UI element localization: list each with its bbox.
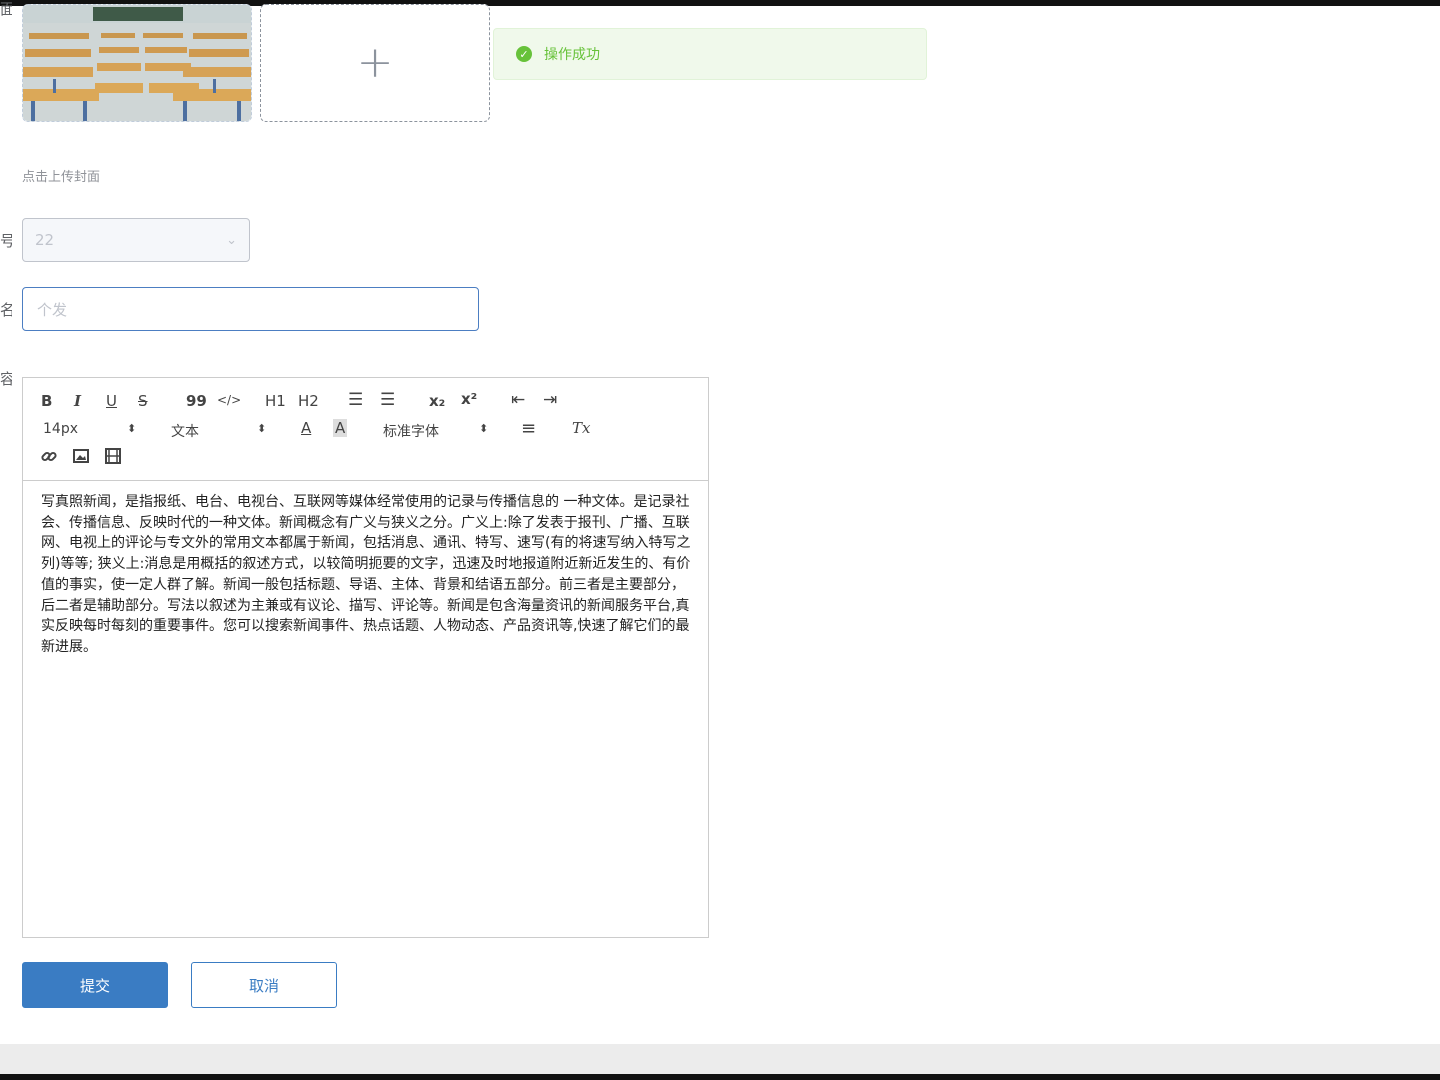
font-color-button[interactable]: A [301, 419, 311, 437]
header1-button[interactable]: H1 [265, 392, 286, 410]
submit-button[interactable]: 提交 [22, 962, 168, 1008]
updown-arrow-icon: ⬍ [479, 422, 489, 435]
image-icon[interactable] [72, 447, 90, 469]
indent-button[interactable]: ⇥ [543, 390, 557, 410]
number-select[interactable]: 22 ⌄ [22, 218, 250, 262]
font-family-picker[interactable]: 标准字体 [383, 421, 439, 441]
cover-label: 面 [0, 0, 12, 18]
underline-button[interactable]: U [106, 392, 117, 410]
chevron-down-icon: ⌄ [226, 232, 237, 248]
success-message-text: 操作成功 [544, 47, 600, 63]
outdent-button[interactable]: ⇤ [511, 390, 525, 410]
header-picker[interactable]: 文本 [171, 421, 199, 441]
align-button[interactable]: ≡ [521, 418, 536, 439]
cover-upload-button[interactable]: + [260, 4, 490, 122]
bottom-bar [0, 1074, 1440, 1080]
upload-hint: 点击上传封面 [22, 170, 101, 185]
content-label: 容 [0, 370, 12, 388]
bullet-list-button[interactable]: ☰ [380, 390, 395, 410]
video-icon[interactable] [104, 447, 122, 469]
footer-area [0, 1044, 1440, 1074]
blockquote-button[interactable]: 99 [186, 392, 207, 410]
rich-text-editor[interactable]: B I U S 99 </> H1 H2 ☰ ☰ x₂ x² ⇤ ⇥ 14px … [22, 377, 709, 938]
name-label: 名 [0, 301, 12, 319]
strike-button[interactable]: S [138, 392, 148, 410]
header2-button[interactable]: H2 [298, 392, 319, 410]
background-color-button[interactable]: A [333, 419, 348, 437]
cover-image-thumbnail[interactable] [22, 4, 252, 122]
number-label: 号 [0, 232, 12, 250]
classroom-photo [23, 5, 251, 121]
ordered-list-button[interactable]: ☰ [348, 390, 363, 410]
editor-content[interactable]: 写真照新闻，是指报纸、电台、电视台、互联网等媒体经常使用的记录与传播信息的 一种… [41, 492, 693, 658]
bold-button[interactable]: B [41, 392, 52, 410]
subscript-button[interactable]: x₂ [429, 392, 445, 410]
name-input[interactable]: 个发 [22, 287, 479, 331]
code-block-button[interactable]: </> [217, 393, 241, 407]
editor-toolbar: B I U S 99 </> H1 H2 ☰ ☰ x₂ x² ⇤ ⇥ 14px … [23, 378, 708, 481]
updown-arrow-icon: ⬍ [257, 422, 267, 435]
clean-format-button[interactable]: Tx [572, 419, 590, 437]
number-select-value: 22 [35, 231, 55, 249]
cancel-button[interactable]: 取消 [191, 962, 337, 1008]
updown-arrow-icon: ⬍ [127, 422, 137, 435]
name-input-placeholder: 个发 [37, 300, 68, 319]
font-size-picker[interactable]: 14px [43, 421, 78, 437]
superscript-button[interactable]: x² [461, 390, 477, 408]
check-circle-icon: ✓ [516, 46, 532, 62]
link-icon[interactable] [40, 447, 58, 469]
italic-button[interactable]: I [74, 392, 81, 410]
success-message: ✓ 操作成功 [493, 28, 927, 80]
plus-icon: + [356, 37, 394, 88]
